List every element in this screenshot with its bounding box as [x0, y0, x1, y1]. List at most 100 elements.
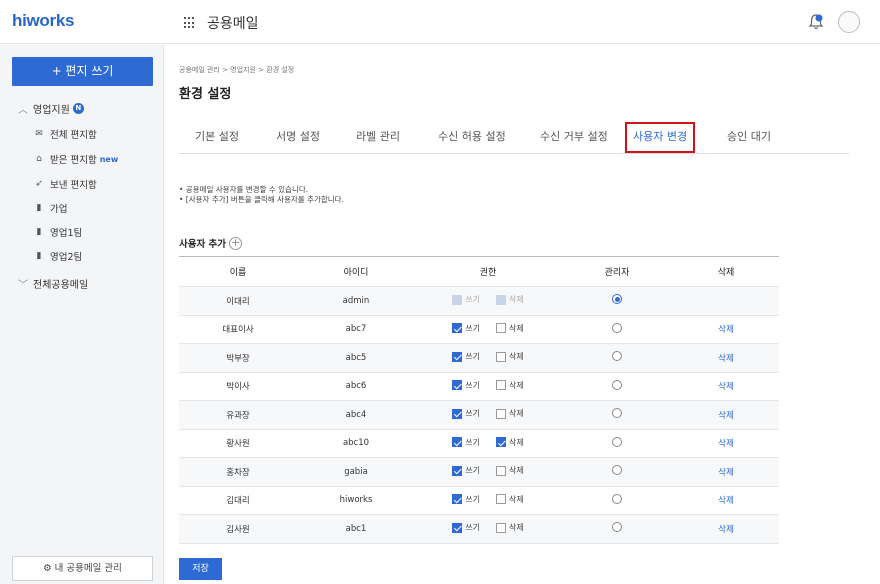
delete-user-link[interactable]: 삭제 [718, 439, 734, 449]
send-icon: ➶ [35, 179, 43, 189]
sidebar-item-team1[interactable]: ▮ 영업1팀 [34, 225, 83, 239]
admin-radio[interactable] [612, 379, 622, 390]
admin-radio[interactable] [612, 294, 622, 305]
user-id: gabia [297, 457, 415, 487]
delete-checkbox[interactable] [496, 465, 506, 476]
delete-checkbox[interactable] [496, 494, 506, 504]
app-title: 공용메일 [207, 16, 259, 32]
compose-button[interactable]: + 편지 쓰기 [12, 57, 153, 86]
tab-approval-pending[interactable]: 승인 대기 [727, 122, 771, 153]
bookmark-icon: ▮ [36, 203, 42, 213]
write-permission[interactable]: 쓰기 [452, 522, 480, 533]
add-user-label: 사용자 추가 [179, 239, 227, 250]
delete-permission[interactable]: 삭제 [496, 323, 524, 334]
write-label: 쓰기 [465, 466, 480, 475]
tab-basic-settings[interactable]: 기본 설정 [195, 122, 239, 153]
admin-radio[interactable] [612, 493, 622, 504]
sidebar-item-label-gaeop[interactable]: ▮ 가업 [34, 201, 68, 215]
bookmark-icon: ▮ [36, 227, 42, 237]
save-button[interactable]: 저장 [179, 558, 222, 580]
write-permission[interactable]: 쓰기 [452, 494, 480, 505]
write-checkbox[interactable] [452, 465, 463, 476]
sidebar-item-all-mail[interactable]: ✉ 전체 편지함 [34, 127, 97, 141]
delete-cell: 삭제 [673, 315, 779, 344]
delete-checkbox[interactable] [496, 380, 506, 390]
tab-allow-list[interactable]: 수신 허용 설정 [438, 122, 506, 153]
admin-radio[interactable] [612, 351, 622, 362]
admin-radio[interactable] [612, 522, 622, 533]
avatar[interactable] [838, 11, 860, 33]
top-bar: hiworks 공용메일 [0, 0, 880, 44]
write-checkbox[interactable] [452, 494, 463, 504]
write-permission[interactable]: 쓰기 [452, 465, 480, 476]
write-checkbox[interactable] [452, 408, 463, 419]
admin-radio[interactable] [612, 465, 622, 476]
apps-grid-icon[interactable] [184, 17, 196, 29]
admin-cell [561, 315, 673, 344]
delete-user-link[interactable]: 삭제 [718, 468, 734, 478]
write-checkbox[interactable] [452, 437, 463, 447]
add-user-section: 사용자 추가 + [179, 236, 243, 250]
sidebar-group-sales-support[interactable]: ︿ 영업지원 N [18, 101, 84, 116]
delete-user-link[interactable]: 삭제 [718, 354, 734, 364]
delete-permission[interactable]: 삭제 [496, 380, 524, 391]
table-row: 황사원 abc10 쓰기 삭제 삭제 [179, 429, 779, 458]
delete-permission[interactable]: 삭제 [496, 494, 524, 505]
delete-permission[interactable]: 삭제 [496, 437, 524, 448]
delete-permission[interactable]: 삭제 [496, 408, 524, 419]
admin-cell [561, 514, 673, 544]
admin-radio[interactable] [612, 322, 622, 333]
tab-block-list[interactable]: 수신 거부 설정 [540, 122, 608, 153]
write-label: 쓰기 [465, 352, 480, 361]
delete-permission[interactable]: 삭제 [496, 465, 524, 476]
write-permission[interactable]: 쓰기 [452, 437, 480, 448]
admin-cell [561, 343, 673, 373]
delete-user-link[interactable]: 삭제 [718, 411, 734, 421]
admin-radio[interactable] [612, 436, 622, 447]
logo[interactable]: hiworks [12, 11, 74, 31]
write-label: 쓰기 [465, 323, 480, 333]
write-checkbox[interactable] [452, 522, 463, 533]
delete-checkbox[interactable] [496, 408, 506, 419]
tab-label-management[interactable]: 라벨 관리 [356, 122, 400, 153]
col-delete-header: 삭제 [673, 256, 779, 287]
delete-user-link[interactable]: 삭제 [718, 382, 734, 392]
write-checkbox[interactable] [452, 351, 463, 362]
sidebar-item-sent[interactable]: ➶ 보낸 편지함 [34, 177, 97, 191]
delete-label: 삭제 [509, 352, 524, 361]
tab-change-users[interactable]: 사용자 변경 [625, 122, 696, 153]
help-notes: • 공용메일 사용자를 변경할 수 있습니다. • [사용자 추가] 버튼을 클… [179, 185, 344, 205]
delete-user-link[interactable]: 삭제 [718, 525, 734, 535]
delete-user-link[interactable]: 삭제 [718, 496, 734, 506]
user-name: 박이사 [179, 372, 297, 401]
write-checkbox[interactable] [452, 380, 463, 390]
my-shared-mail-settings-button[interactable]: ⚙ 내 공용메일 관리 [12, 556, 153, 581]
delete-user-link[interactable]: 삭제 [718, 325, 734, 335]
delete-label: 삭제 [509, 380, 524, 390]
write-permission[interactable]: 쓰기 [452, 351, 480, 362]
write-permission[interactable]: 쓰기 [452, 323, 480, 334]
new-label: new [99, 154, 119, 164]
tab-signature-settings[interactable]: 서명 설정 [276, 122, 320, 153]
new-badge: N [72, 103, 84, 114]
delete-checkbox[interactable] [496, 437, 506, 447]
sidebar-item-label: 영업1팀 [50, 228, 83, 239]
add-user-plus-icon[interactable]: + [229, 236, 243, 250]
sidebar-item-team2[interactable]: ▮ 영업2팀 [34, 249, 83, 263]
admin-radio[interactable] [612, 408, 622, 419]
col-id-header: 아이디 [297, 256, 415, 287]
delete-checkbox[interactable] [496, 351, 506, 362]
user-name: 유과장 [179, 400, 297, 430]
write-permission[interactable]: 쓰기 [452, 380, 480, 391]
sidebar-item-inbox[interactable]: ⌂ 받은 편지함 new [34, 152, 118, 166]
bell-icon[interactable] [807, 13, 825, 31]
delete-permission[interactable]: 삭제 [496, 351, 524, 362]
delete-checkbox[interactable] [496, 323, 506, 333]
write-permission[interactable]: 쓰기 [452, 408, 480, 419]
delete-checkbox[interactable] [496, 522, 506, 533]
permission-cell: 쓰기 삭제 [415, 457, 561, 487]
delete-permission[interactable]: 삭제 [496, 522, 524, 533]
write-checkbox[interactable] [452, 323, 463, 333]
sidebar-group-all-shared[interactable]: ﹀ 전체공용메일 [18, 276, 88, 291]
col-name-header: 이름 [179, 256, 297, 287]
